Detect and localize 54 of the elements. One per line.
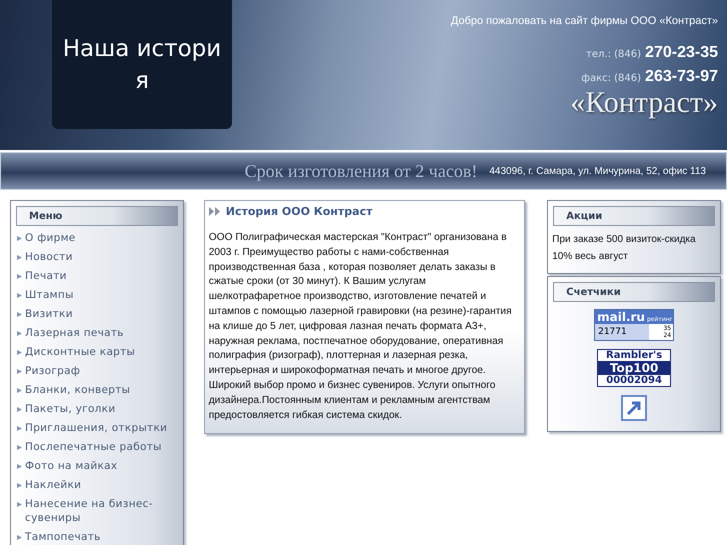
fax-number: 263-73-97 xyxy=(645,68,718,86)
bullet-icon xyxy=(17,255,22,260)
menu-link[interactable]: Лазерная печать xyxy=(25,326,124,340)
menu-link[interactable]: Ризограф xyxy=(25,364,80,378)
bullet-icon xyxy=(17,274,22,279)
promo-title: Акции xyxy=(566,210,602,222)
menu-link[interactable]: О фирме xyxy=(25,231,76,245)
menu-link[interactable]: Штампы xyxy=(25,288,74,302)
counter-value: 00002094 xyxy=(598,375,670,386)
welcome-text: Добро пожаловать на сайт фирмы ООО «Контраст» xyxy=(450,15,718,27)
bullet-icon xyxy=(17,388,22,393)
bullet-icon xyxy=(17,236,22,241)
address-text: 443096, г. Самара, ул. Мичурина, 52, офис 113 xyxy=(489,166,706,176)
menu-link[interactable]: Бланки, конверты xyxy=(25,383,130,397)
article-text: ООО Полиграфическая мастерская "Контраст" организована в 2003 г. Преимущество работы с нами-собственная производственная база , которая позволяет делать заказы в сжатые сроки (от 30 минут). К Вашим услугам шелкотрафаретное производство, изготовление печатей и штампов с помощью лазерной гравировки (на резине)-гарантия на клише до 5 лет, цифровая лазная печать формата А3+, наружная реклама, постпечатное оборудование, оперативная полиграфия (ризограф), плоттерная и лазерная резка, интерьерная и широкоформатная печать и многое другое. Широкий выбор промо и бизнес сувениров. Услуги опытного дизайнера.Постоянным клиентам и рекламным агентствам предостовляется гибкая система скидок. xyxy=(208,231,513,423)
bullet-icon xyxy=(17,426,22,431)
counter-logo: mail.ru xyxy=(597,310,645,324)
menu-title: Меню xyxy=(29,210,62,222)
menu-link[interactable]: Наклейки xyxy=(25,478,82,492)
menu-link[interactable]: Печати xyxy=(25,269,67,283)
menu-link[interactable]: Пакеты, уголки xyxy=(25,402,116,416)
bullet-icon xyxy=(17,350,22,355)
bullet-icon xyxy=(17,464,22,469)
counters-title: Счетчики xyxy=(566,286,621,298)
slogan-text: Срок изготовления от 2 часов! xyxy=(244,160,478,182)
logo-text: «Контраст» xyxy=(570,88,718,118)
bullet-icon xyxy=(17,407,22,412)
counter-value: 21771 xyxy=(595,324,650,340)
menu-link[interactable]: Нанесение на бизнес-сувениры xyxy=(25,497,183,525)
promo-text: При заказе 500 визиток-скидка 10% весь август xyxy=(552,233,697,264)
menu-link[interactable]: Дисконтные карты xyxy=(25,345,136,359)
menu-link[interactable]: Послепечатные работы xyxy=(25,440,162,454)
menu-link[interactable]: Визитки xyxy=(25,307,73,321)
bullet-icon xyxy=(17,502,22,507)
menu-link[interactable]: Новости xyxy=(25,250,73,264)
bullet-icon xyxy=(17,535,22,540)
top100-counter[interactable]: Rambler's Top100 00002094 xyxy=(597,349,672,387)
bullet-icon xyxy=(17,293,22,298)
bullet-icon xyxy=(17,483,22,488)
bullet-icon xyxy=(17,331,22,336)
fax-label: факс: (846) xyxy=(581,73,642,84)
page-title: Наша история xyxy=(62,34,222,96)
menu-link[interactable]: Приглашения, открытки xyxy=(25,421,168,435)
counter-logo: Rambler's xyxy=(598,350,670,361)
double-chevron-icon xyxy=(208,207,222,216)
phone-label: тел.: (846) xyxy=(586,49,642,60)
counter-label: Top100 xyxy=(598,361,670,375)
article-title: История ООО Контраст xyxy=(226,205,372,218)
phone-number: 270-23-35 xyxy=(645,44,718,62)
bullet-icon xyxy=(17,312,22,317)
menu-link[interactable]: Тампопечать xyxy=(25,530,101,544)
bullet-icon xyxy=(17,445,22,450)
menu-link[interactable]: Фото на майках xyxy=(25,459,118,473)
bullet-icon xyxy=(17,369,22,374)
